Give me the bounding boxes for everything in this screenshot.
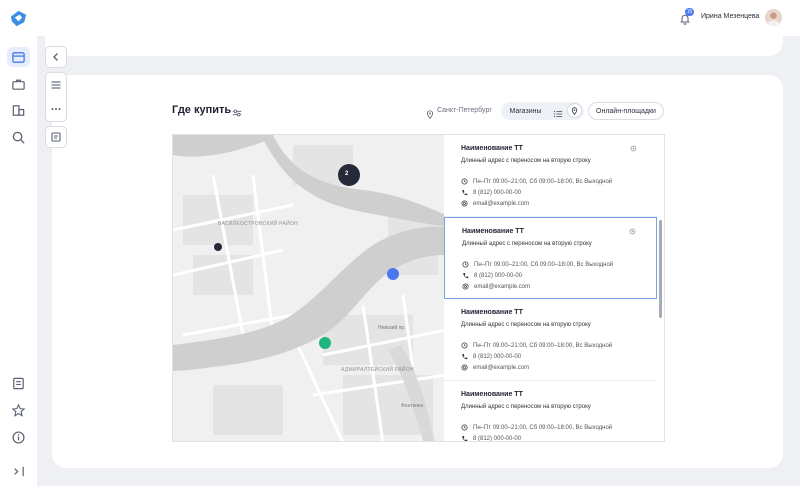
tab-stores[interactable]: Магазины: [503, 102, 548, 120]
chevron-left-icon: [53, 53, 58, 61]
list-view-icon[interactable]: [553, 106, 563, 118]
briefcase-icon[interactable]: [11, 77, 26, 92]
store-list: Наименование ТТ Длинный адрес с переносо…: [444, 134, 665, 442]
city-selector[interactable]: Санкт-Петербург: [437, 107, 492, 114]
store-phone[interactable]: 8 (812) 000-00-00: [473, 436, 521, 442]
top-card: [45, 36, 783, 56]
store-email-row: email@example.com: [462, 283, 530, 290]
clock-icon: [461, 342, 468, 349]
store-item[interactable]: Наименование ТТ Длинный адрес с переносо…: [444, 299, 657, 381]
filter-icon[interactable]: [232, 105, 242, 117]
back-button[interactable]: [45, 46, 67, 68]
store-name: Наименование ТТ: [462, 228, 524, 235]
map-label-fontanka: Фонтанка: [401, 403, 424, 409]
comment-icon: [51, 132, 61, 142]
tab-online[interactable]: Онлайн-площадки: [588, 102, 664, 120]
store-email[interactable]: email@example.com: [474, 284, 530, 290]
buildings-icon[interactable]: [11, 103, 26, 118]
store-phone-row: 8 (812) 000-00-00: [461, 435, 521, 442]
store-hours: Пн–Пт 09:00–21:00, Сб 09:00–18:00, Вс Вы…: [474, 261, 614, 268]
clock-icon: [461, 424, 468, 431]
store-hours: Пн–Пт 09:00–21:00, Сб 09:00–18:00, Вс Вы…: [473, 178, 613, 185]
store-email-row: email@example.com: [461, 200, 529, 207]
notification-badge: 15: [685, 8, 694, 16]
store-item-selected[interactable]: Наименование ТТ Длинный адрес с переносо…: [444, 217, 657, 299]
user-name[interactable]: Ирина Мезенцева: [701, 13, 759, 20]
map-view-button[interactable]: [567, 103, 582, 118]
collapse-icon[interactable]: [11, 464, 26, 479]
store-name: Наименование ТТ: [461, 309, 523, 316]
clock-icon: [461, 178, 468, 185]
store-hours-row: Пн–Пт 09:00–21:00, Сб 09:00–18:00, Вс Вы…: [461, 342, 612, 349]
store-address: Длинный адрес с переносом на вторую стро…: [461, 322, 591, 328]
store-email[interactable]: email@example.com: [473, 365, 529, 371]
comment-button[interactable]: [45, 126, 67, 148]
document-icon[interactable]: [11, 376, 26, 391]
sidebar: [0, 0, 37, 486]
store-item[interactable]: Наименование ТТ Длинный адрес с переносо…: [444, 135, 657, 217]
store-hours-row: Пн–Пт 09:00–21:00, Сб 09:00–18:00, Вс Вы…: [461, 424, 612, 431]
email-icon: [461, 200, 468, 207]
star-icon[interactable]: [11, 403, 26, 418]
store-phone-row: 8 (812) 000-00-00: [461, 189, 521, 196]
store-email-row: email@example.com: [461, 364, 529, 371]
map-label-admiralteysky: АДМИРАЛТЕЙСКИЙ РАЙОН: [341, 367, 414, 373]
view-controls: [45, 72, 67, 122]
store-email[interactable]: email@example.com: [473, 201, 529, 207]
map[interactable]: 2 ВАСИЛЕОСТРОВСКИЙ РАЙОН АДМИРАЛТЕЙСКИЙ …: [172, 134, 445, 442]
email-icon: [461, 364, 468, 371]
store-hours: Пн–Пт 09:00–21:00, Сб 09:00–18:00, Вс Вы…: [473, 342, 613, 349]
map-label-vasileostrovsky: ВАСИЛЕОСТРОВСКИЙ РАЙОН: [218, 221, 299, 227]
catalog-icon[interactable]: [11, 50, 26, 65]
store-phone-row: 8 (812) 000-00-00: [462, 272, 522, 279]
pin-icon[interactable]: [629, 228, 636, 235]
logo-icon[interactable]: [9, 9, 28, 28]
location-icon: [426, 106, 434, 119]
phone-icon: [462, 190, 468, 196]
store-item[interactable]: Наименование ТТ Длинный адрес с переносо…: [444, 381, 657, 442]
store-address: Длинный адрес с переносом на вторую стро…: [461, 404, 591, 410]
section-title: Где купить: [172, 104, 232, 116]
email-icon: [462, 283, 469, 290]
more-icon[interactable]: [50, 103, 62, 115]
store-phone[interactable]: 8 (812) 000-00-00: [473, 190, 521, 196]
map-pin-icon: [571, 106, 578, 115]
avatar[interactable]: [765, 9, 782, 26]
store-name: Наименование ТТ: [461, 391, 523, 398]
store-hours: Пн–Пт 09:00–21:00, Сб 09:00–18:00, Вс Вы…: [473, 424, 613, 431]
store-name: Наименование ТТ: [461, 145, 523, 152]
search-icon[interactable]: [11, 130, 26, 145]
store-hours-row: Пн–Пт 09:00–21:00, Сб 09:00–18:00, Вс Вы…: [461, 178, 612, 185]
list-scrollbar[interactable]: [659, 220, 662, 318]
store-hours-row: Пн–Пт 09:00–21:00, Сб 09:00–18:00, Вс Вы…: [462, 261, 613, 268]
clock-icon: [462, 261, 469, 268]
store-address: Длинный адрес с переносом на вторую стро…: [461, 158, 591, 164]
store-phone[interactable]: 8 (812) 000-00-00: [473, 354, 521, 360]
store-phone[interactable]: 8 (812) 000-00-00: [474, 273, 522, 279]
pin-icon[interactable]: [630, 145, 637, 152]
phone-icon: [462, 436, 468, 441]
info-icon[interactable]: [11, 430, 26, 445]
store-phone-row: 8 (812) 000-00-00: [461, 353, 521, 360]
phone-icon: [462, 354, 468, 360]
map-label-nevsky: Невский пр.: [378, 325, 406, 331]
cluster-count[interactable]: 2: [345, 171, 348, 177]
menu-icon[interactable]: [50, 79, 62, 91]
store-address: Длинный адрес с переносом на вторую стро…: [462, 241, 592, 247]
phone-icon: [463, 273, 469, 279]
